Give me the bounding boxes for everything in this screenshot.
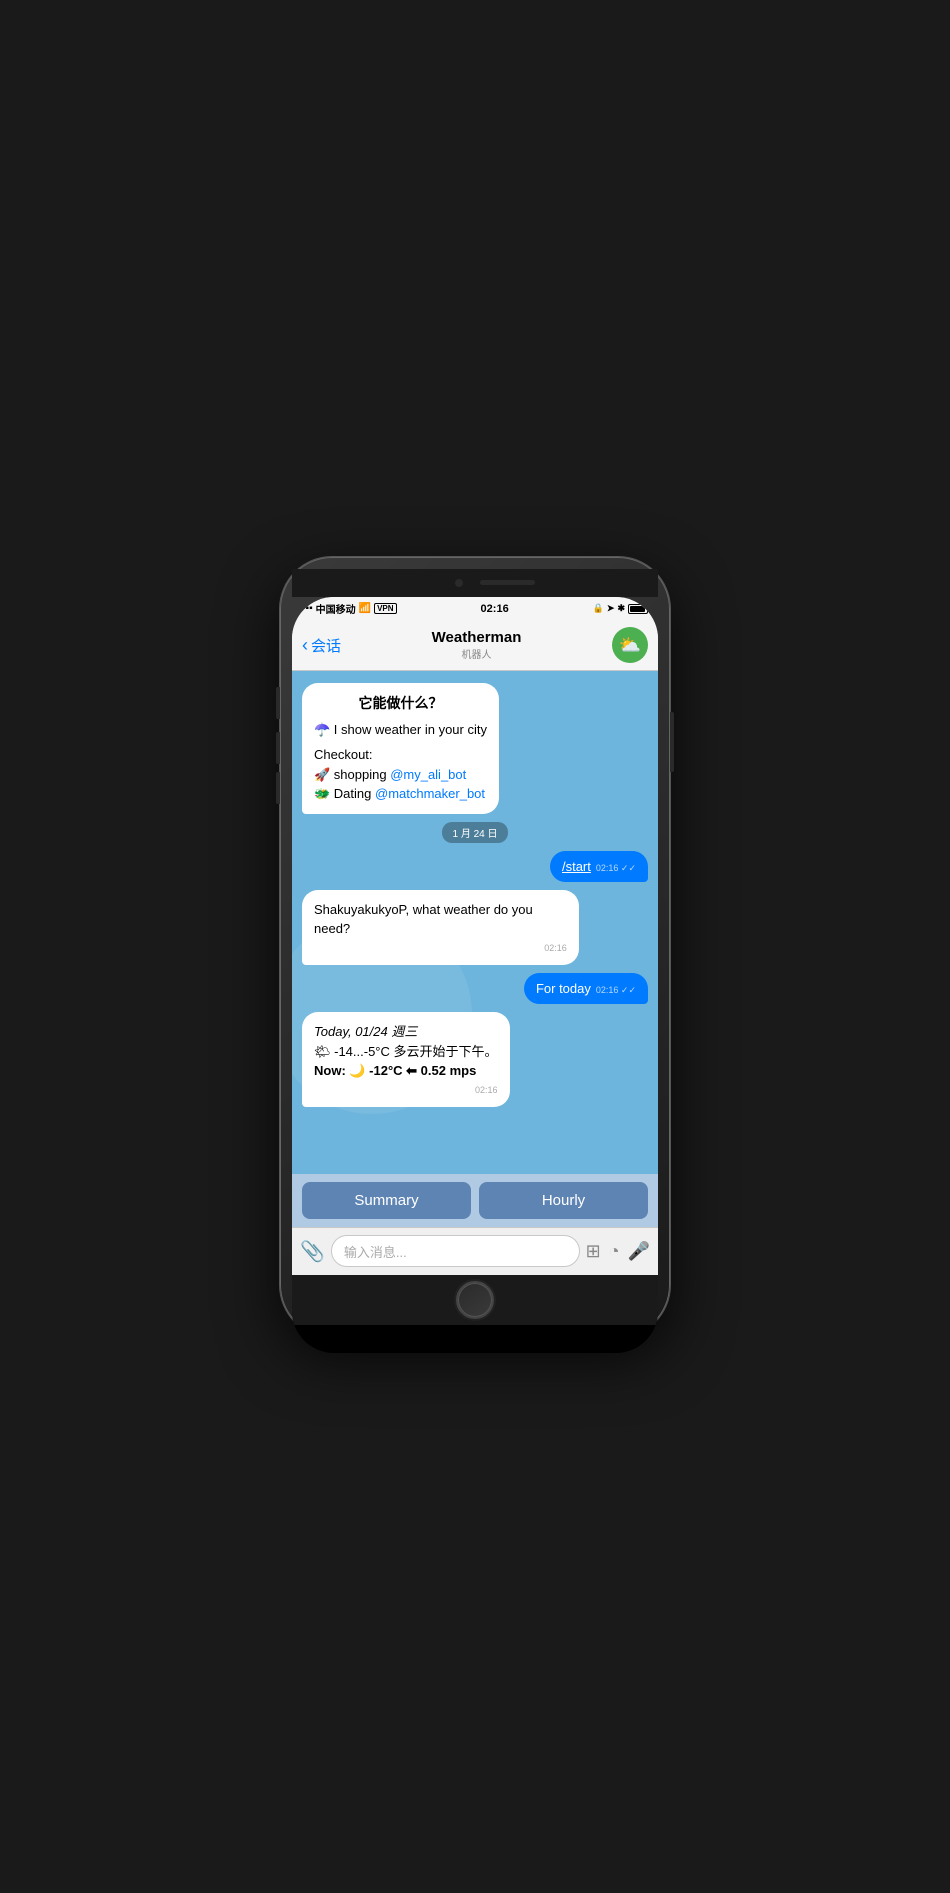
status-left: ▪▪▪ 中国移动 📶 VPN [302,601,397,616]
location-icon: ➤ [607,603,615,614]
tick-start: ✓✓ [621,863,636,873]
bot-avatar[interactable]: ⛅ [612,627,648,663]
message-input-field[interactable]: 输入消息... [331,1235,580,1267]
chevron-left-icon: ‹ [302,636,308,654]
nav-title: Weatherman [432,629,522,646]
carrier-label: 中国移动 [316,601,356,616]
quick-replies-bar: Summary Hourly [292,1174,658,1227]
date-separator: 1 月 24 日 [442,822,507,843]
battery-fill [630,606,645,612]
back-label: 会话 [311,635,341,656]
signal-bars: ▪▪▪ [302,603,313,614]
phone-top-bar [292,569,658,597]
home-bar [292,1275,658,1325]
input-bar: 📎 输入消息... ⊞ ◔ 🎤 [292,1227,658,1275]
bot-question-time: 02:16 [314,942,567,956]
avatar-icon: ⛅ [619,635,641,656]
bot-message-intro: 它能做什么？ ☂️ I show weather in your city Ch… [302,683,499,814]
summary-button[interactable]: Summary [302,1182,471,1219]
home-button[interactable] [456,1281,494,1319]
mic-icon[interactable]: 🎤 [628,1241,650,1262]
camera-dot [455,579,463,587]
nav-header: ‹ 会话 Weatherman 机器人 ⛅ [292,621,658,671]
bot-question-text: ShakuyakukyoP, what weather do you need? [314,900,567,939]
bot-intro-line1: ☂️ I show weather in your city [314,720,487,740]
bot-message-weather: Today, 01/24 週三 🌤 -14...-5°C 多云开始于下午。 No… [302,1012,510,1107]
bot-message-question: ShakuyakukyoP, what weather do you need?… [302,890,579,966]
wifi-icon: 📶 [359,603,371,614]
bot-intro-checkout: Checkout: [314,745,487,765]
emoji-icon[interactable]: ◔ [609,1241,620,1262]
battery-icon [628,604,648,614]
matchmaker-link[interactable]: @matchmaker_bot [375,786,485,801]
status-time: 02:16 [481,603,509,615]
tick-fortoday: ✓✓ [621,985,636,995]
weather-now-line: Now: 🌙 -12°C ⬅ 0.52 mps [314,1061,498,1081]
input-icons: ⊞ ◔ 🎤 [586,1241,650,1262]
attach-icon[interactable]: 📎 [300,1239,325,1264]
status-bar: ▪▪▪ 中国移动 📶 VPN 02:16 🔒 ➤ ✱ [292,597,658,621]
start-time: 02:16 ✓✓ [596,863,636,874]
phone-inner: ▪▪▪ 中国移动 📶 VPN 02:16 🔒 ➤ ✱ [292,597,658,1353]
input-placeholder: 输入消息... [344,1242,407,1261]
weather-date-line: Today, 01/24 週三 [314,1022,498,1042]
bluetooth-icon: ✱ [617,603,625,614]
start-command: /start [562,859,591,874]
bot-intro-title: 它能做什么？ [314,693,487,714]
user-message-start: /start 02:16 ✓✓ [550,851,648,882]
user-message-fortoday: For today 02:16 ✓✓ [524,973,648,1004]
chat-area[interactable]: 它能做什么？ ☂️ I show weather in your city Ch… [292,671,658,1174]
weather-temp-range: 🌤 -14...-5°C 多云开始于下午。 [314,1042,498,1062]
screen: ▪▪▪ 中国移动 📶 VPN 02:16 🔒 ➤ ✱ [292,597,658,1275]
vpn-badge: VPN [374,603,396,614]
nav-subtitle: 机器人 [462,646,492,661]
back-button[interactable]: ‹ 会话 [302,635,341,656]
lock-icon: 🔒 [593,603,604,614]
ali-bot-link[interactable]: @my_ali_bot [390,767,466,782]
fortoday-time: 02:16 ✓✓ [596,985,636,996]
hourly-button[interactable]: Hourly [479,1182,648,1219]
status-right: 🔒 ➤ ✱ [593,603,648,614]
speaker-bar [480,580,535,585]
weather-time: 02:16 [314,1084,498,1098]
phone-frame: ▪▪▪ 中国移动 📶 VPN 02:16 🔒 ➤ ✱ [280,557,670,1337]
nav-title-block: Weatherman 机器人 [432,629,522,661]
sticker-icon[interactable]: ⊞ [586,1241,601,1262]
bot-intro-line3: 🐲 Dating @matchmaker_bot [314,784,487,804]
bot-intro-line2: 🚀 shopping @my_ali_bot [314,765,487,785]
for-today-text: For today [536,981,591,996]
